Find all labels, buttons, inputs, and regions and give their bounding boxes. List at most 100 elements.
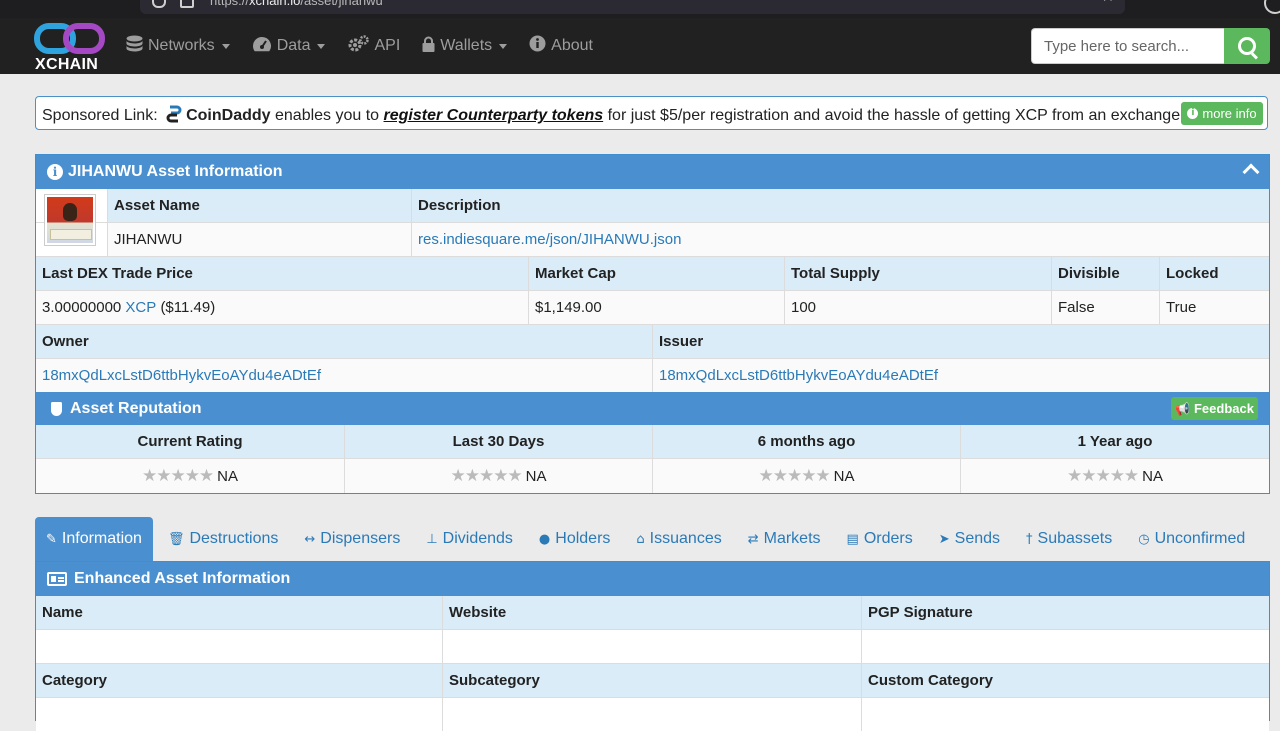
logo-text: XCHAIN (35, 56, 99, 73)
info-icon: i (1187, 108, 1199, 119)
pgp-signature-value (861, 630, 1269, 663)
browser-toolbar: https://xchain.io/asset/jihanwu ☆ (0, 0, 1280, 18)
issuer-address-link[interactable]: 18mxQdLxcLstD6ttbHykvEoAYdu4eADtEf (652, 359, 1269, 392)
asset-reputation-title: Asset Reputation (70, 399, 202, 417)
asset-info-panel: i JIHANWU Asset Information Asset Name D… (35, 154, 1270, 494)
star-rating-icon: ★★★★★ (450, 466, 522, 486)
star-rating-icon: ★★★★★ (758, 466, 830, 486)
locked-header: Locked (1159, 257, 1269, 290)
website-value (442, 630, 861, 663)
info-icon (529, 35, 546, 57)
shield-icon (51, 401, 62, 416)
id-card-icon (47, 572, 67, 586)
bank-icon: ⌂ (636, 531, 645, 547)
pencil-icon: ✎ (46, 531, 57, 547)
asset-image[interactable] (44, 194, 96, 246)
clock-icon: ◷ (1138, 531, 1150, 547)
nav-data[interactable]: Data (252, 36, 326, 57)
divisible-value: False (1051, 291, 1159, 324)
register-tokens-link[interactable]: register Counterparty tokens (384, 107, 604, 124)
tab-unconfirmed[interactable]: ◷ Unconfirmed (1127, 517, 1256, 561)
search-input[interactable] (1031, 28, 1224, 64)
tab-information[interactable]: ✎ Information (35, 517, 153, 561)
six-months-header: 6 months ago (652, 425, 960, 458)
subcategory-value (442, 698, 861, 731)
site-info-icon[interactable] (180, 0, 194, 8)
last-30-days-value: ★★★★★ NA (344, 459, 652, 493)
trash-icon: 🗑 (167, 531, 185, 547)
asset-reputation-header: Asset Reputation 📢 Feedback (36, 392, 1269, 425)
tab-issuances[interactable]: ⌂ Issuances (625, 517, 732, 561)
website-header: Website (442, 596, 861, 629)
nav-api[interactable]: API (347, 34, 400, 58)
info-icon: i (47, 164, 63, 180)
nav-networks[interactable]: Networks (126, 35, 230, 58)
database-icon (126, 35, 143, 58)
tab-orders[interactable]: ▤ Orders (836, 517, 924, 561)
tab-destructions[interactable]: 🗑 Destructions (157, 517, 289, 561)
category-value (36, 698, 442, 731)
one-year-header: 1 Year ago (960, 425, 1269, 458)
tab-subassets[interactable]: † Subassets (1015, 517, 1123, 561)
dex-price-value: 3.00000000 XCP ($11.49) (42, 299, 216, 316)
tab-holders[interactable]: ● Holders (528, 517, 621, 561)
current-rating-header: Current Rating (137, 433, 243, 450)
tab-markets[interactable]: ⇄ Markets (737, 517, 832, 561)
description-link[interactable]: res.indiesquare.me/json/JIHANWU.json (411, 223, 1269, 256)
description-header: Description (411, 189, 1269, 222)
user-icon: ● (538, 531, 551, 547)
divisible-header: Divisible (1051, 257, 1159, 290)
issuer-header: Issuer (652, 325, 1269, 358)
more-info-button[interactable]: i more info (1181, 102, 1263, 125)
lock-icon (422, 36, 435, 57)
pgp-signature-header: PGP Signature (861, 596, 1269, 629)
locked-value: True (1159, 291, 1269, 324)
xcp-link[interactable]: XCP (125, 299, 156, 316)
search-form (1031, 28, 1270, 64)
paper-plane-icon: ➤ (938, 531, 950, 547)
url-text: https://xchain.io/asset/jihanwu (210, 0, 383, 8)
category-header: Category (42, 672, 108, 689)
asset-name-value: JIHANWU (107, 223, 411, 256)
search-button[interactable] (1224, 28, 1270, 64)
tab-dispensers[interactable]: ↔ Dispensers (293, 517, 411, 561)
current-rating-value: ★★★★★ NA (141, 466, 239, 486)
tab-sends[interactable]: ➤ Sends (928, 517, 1011, 561)
nav-about[interactable]: About (529, 35, 593, 57)
sponsored-link-banner: Sponsored Link: CoinDaddy enables you to… (35, 96, 1268, 130)
asset-info-header[interactable]: i JIHANWU Asset Information (36, 155, 1269, 189)
six-months-value: ★★★★★ NA (652, 459, 960, 493)
market-cap-value: $1,149.00 (528, 291, 784, 324)
child-icon: † (1026, 531, 1033, 547)
enhanced-info-panel: Enhanced Asset Information Name Website … (35, 561, 1270, 731)
chevron-up-icon[interactable] (1242, 163, 1260, 181)
exchange-icon: ⇄ (747, 531, 759, 547)
owner-address-link[interactable]: 18mxQdLxcLstD6ttbHykvEoAYdu4eADtEf (36, 359, 652, 392)
sitemap-icon: ⊥ (426, 531, 438, 547)
tracking-shield-icon[interactable] (152, 0, 166, 8)
bookmark-star-icon[interactable]: ☆ (1101, 0, 1115, 6)
arrows-horizontal-icon: ↔ (304, 531, 316, 547)
last-30-days-header: Last 30 Days (344, 425, 652, 458)
total-supply-header: Total Supply (784, 257, 1051, 290)
gears-icon (347, 34, 370, 58)
asset-tabs: ✎ Information 🗑 Destructions ↔ Dispensers ⊥… (35, 517, 1260, 561)
asset-info-title: JIHANWU Asset Information (68, 163, 283, 180)
address-bar[interactable]: https://xchain.io/asset/jihanwu ☆ (140, 0, 1125, 14)
xchain-logo[interactable]: XCHAIN (34, 22, 106, 73)
owner-header: Owner (42, 333, 89, 350)
bullhorn-icon: 📢 (1175, 401, 1190, 416)
chevron-down-icon (317, 43, 326, 49)
coindaddy-brand: CoinDaddy (186, 107, 271, 124)
navbar: XCHAIN Networks Data API Wallets About T… (0, 18, 1280, 74)
account-icon[interactable] (1264, 0, 1280, 14)
chevron-down-icon (499, 43, 508, 49)
subcategory-header: Subcategory (442, 664, 861, 697)
custom-category-value (861, 698, 1269, 731)
name-value (36, 630, 442, 663)
tab-dividends[interactable]: ⊥ Dividends (415, 517, 524, 561)
dashboard-icon (252, 36, 272, 57)
custom-category-header: Custom Category (861, 664, 1269, 697)
feedback-button[interactable]: 📢 Feedback (1171, 397, 1258, 420)
nav-wallets[interactable]: Wallets (422, 36, 508, 57)
